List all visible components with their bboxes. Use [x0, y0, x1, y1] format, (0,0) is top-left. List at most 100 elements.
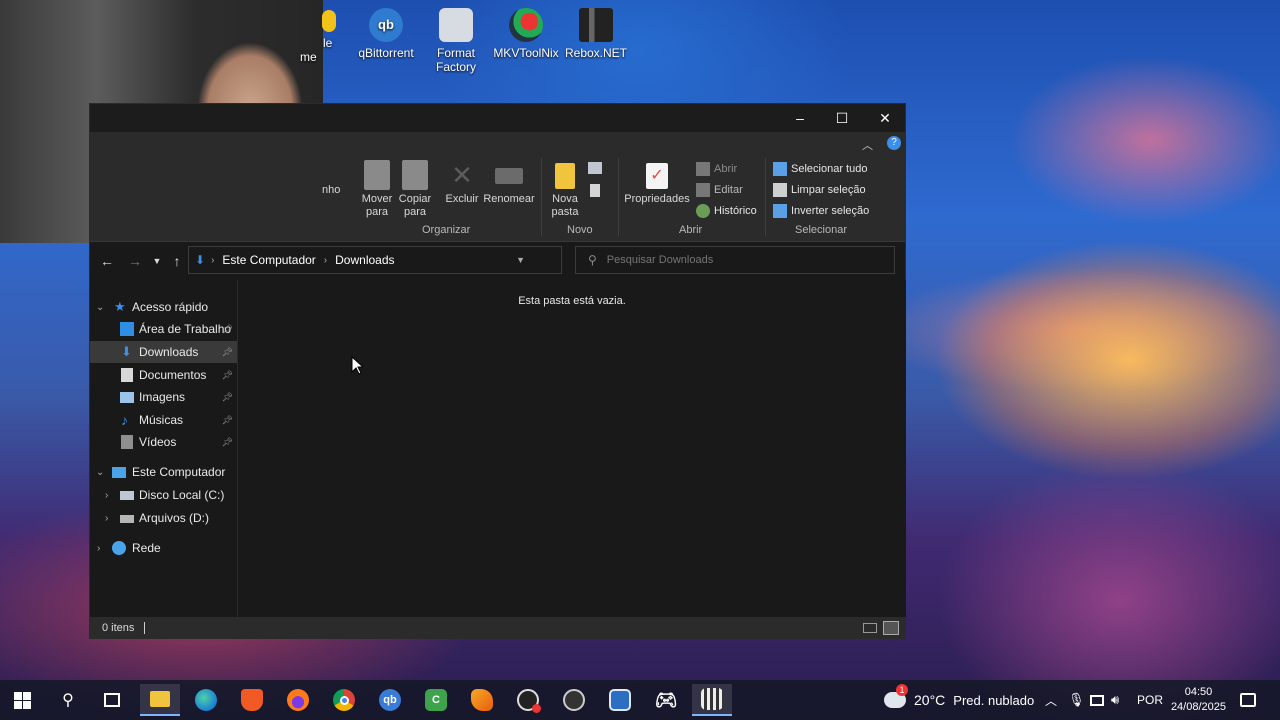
ribbon-separator [765, 158, 766, 236]
clear-selection-button[interactable]: Limpar seleção [773, 183, 866, 197]
fl-studio-icon [471, 689, 493, 711]
copy-to-button[interactable]: Copiar para [396, 160, 434, 219]
weather-widget[interactable]: 1 20°C Pred. nublado [884, 680, 1034, 720]
properties-label: Propriedades [624, 193, 690, 205]
microphone-button[interactable]: 🎙︎ [1068, 680, 1085, 720]
edit-button[interactable]: Editar [696, 183, 743, 197]
weather-description: Pred. nublado [953, 692, 1035, 708]
recent-locations-button[interactable]: ▼ [146, 250, 168, 272]
breadcrumb-este-computador[interactable]: Este Computador [222, 253, 315, 267]
help-icon[interactable]: ? [887, 136, 901, 150]
open-button[interactable]: Abrir [696, 162, 737, 176]
sidebar-item-music[interactable]: ♪ Músicas 📌︎ [90, 409, 237, 431]
new-item-icon[interactable] [588, 162, 602, 174]
select-all-button[interactable]: Selecionar tudo [773, 162, 867, 176]
file-list[interactable]: Esta pasta está vazia. [238, 280, 906, 617]
sidebar-item-this-pc[interactable]: ⌄ Este Computador [90, 461, 237, 483]
file-explorer-window: – ☐ ✕ ︿ ? nho Mover para Copiar para ✕ E… [89, 103, 906, 639]
format-factory-icon [439, 8, 473, 42]
chevron-down-icon[interactable]: ⌄ [96, 467, 104, 478]
show-hidden-icons-button[interactable]: ︿ [1045, 680, 1057, 720]
sidebar-item-images[interactable]: Imagens 📌︎ [90, 386, 237, 408]
taskbar-file-explorer[interactable] [140, 684, 180, 716]
details-view-icon[interactable] [863, 623, 877, 633]
taskbar-qbittorrent[interactable]: qb [370, 684, 410, 716]
taskbar-chrome[interactable] [324, 684, 364, 716]
group-label-selecionar: Selecionar [795, 224, 847, 236]
chevron-right-icon[interactable]: › [105, 490, 108, 501]
properties-button[interactable]: ✓ Propriedades [624, 160, 690, 206]
delete-button[interactable]: ✕ Excluir [442, 160, 482, 206]
notifications-button[interactable] [1240, 680, 1256, 720]
sidebar-item-drive-d[interactable]: › Arquivos (D:) [90, 507, 237, 529]
title-bar[interactable]: – ☐ ✕ [90, 104, 905, 132]
close-button[interactable]: ✕ [863, 104, 907, 132]
speaker-icon: 🔊︎ [1111, 692, 1120, 707]
chevron-right-icon[interactable]: › [97, 543, 100, 554]
move-to-button[interactable]: Mover para [358, 160, 396, 219]
search-input[interactable] [606, 254, 877, 266]
search-box[interactable]: ⚲ [575, 246, 895, 274]
desktop-icon-format-factory[interactable]: Format Factory [418, 8, 494, 74]
taskbar-obs[interactable] [508, 684, 548, 716]
minimize-button[interactable]: – [778, 104, 822, 132]
taskbar-fl-studio[interactable] [462, 684, 502, 716]
rename-label: Renomear [483, 193, 535, 205]
sidebar-item-documents[interactable]: Documentos 📌︎ [90, 364, 237, 386]
windows-icon [13, 691, 31, 709]
gamepad-icon: 🎮︎ [654, 689, 678, 710]
sidebar-label: Documentos [139, 368, 207, 382]
maximize-button[interactable]: ☐ [820, 104, 864, 132]
desktop-icon-mkvtoolnix[interactable]: MKVToolNix [488, 8, 564, 60]
forward-button[interactable]: → [124, 250, 146, 272]
search-taskbar-button[interactable]: ⚲ [48, 684, 88, 716]
chevron-right-icon[interactable]: › [105, 513, 108, 524]
up-button[interactable]: ↑ [166, 250, 188, 272]
taskbar-camtasia[interactable]: C [416, 684, 456, 716]
sidebar-item-desktop[interactable]: Área de Trabalho 📌︎ [90, 318, 237, 340]
taskbar-settings-app[interactable] [600, 684, 640, 716]
easy-access-icon[interactable] [590, 184, 600, 197]
sidebar-item-videos[interactable]: Vídeos 📌︎ [90, 431, 237, 453]
clear-selection-label: Limpar seleção [791, 184, 866, 196]
new-folder-button[interactable]: Nova pasta [546, 160, 584, 219]
address-history-chevron-icon[interactable]: ▼ [516, 255, 525, 265]
sidebar-item-quick-access[interactable]: ⌄ ★ Acesso rápido [90, 296, 237, 318]
back-button[interactable]: ← [96, 250, 118, 272]
language-indicator[interactable]: POR [1137, 680, 1163, 720]
taskbar-brave[interactable] [232, 684, 272, 716]
clock-time: 04:50 [1184, 686, 1213, 698]
sidebar-item-network[interactable]: › Rede [90, 537, 237, 559]
invert-selection-button[interactable]: Inverter seleção [773, 204, 869, 218]
desktop-icon-partial[interactable]: le me [300, 10, 344, 64]
rebox-icon [579, 8, 613, 42]
collapse-ribbon-icon[interactable]: ︿ [862, 137, 873, 153]
taskbar-edge[interactable] [186, 684, 226, 716]
start-button[interactable] [2, 684, 42, 716]
taskbar-gamepad[interactable]: 🎮︎ [646, 684, 686, 716]
downloads-arrow-icon: ⬇ [195, 253, 206, 267]
navigation-pane: ⌄ ★ Acesso rápido Área de Trabalho 📌︎ ⬇ … [90, 280, 238, 617]
move-to-icon [364, 160, 390, 190]
sidebar-label: Arquivos (D:) [139, 511, 210, 525]
desktop-icon-qbittorrent[interactable]: qb qBittorrent [348, 8, 424, 60]
history-button[interactable]: Histórico [696, 204, 757, 218]
taskbar-app-circle[interactable] [554, 684, 594, 716]
task-view-button[interactable] [92, 684, 132, 716]
volume-button[interactable]: 🔊︎ [1111, 680, 1119, 720]
pin-icon: 📌︎ [221, 414, 233, 425]
taskbar-firefox[interactable] [278, 684, 318, 716]
clock[interactable]: 04:50 24/08/2025 [1171, 685, 1226, 715]
large-icons-view-icon[interactable] [883, 621, 899, 635]
rename-button[interactable]: Renomear [483, 160, 535, 206]
sidebar-item-downloads[interactable]: ⬇ Downloads 📌︎ [90, 341, 237, 363]
breadcrumb-downloads[interactable]: Downloads [335, 253, 394, 267]
desktop-icon-rebox[interactable]: Rebox.NET [558, 8, 634, 60]
address-bar[interactable]: ⬇ › Este Computador › Downloads ▼ ↻ [188, 246, 585, 274]
chevron-down-icon[interactable]: ⌄ [96, 302, 104, 313]
sidebar-item-drive-c[interactable]: › Disco Local (C:) [90, 484, 237, 506]
rename-icon [495, 168, 523, 184]
network-tray-button[interactable] [1090, 680, 1104, 720]
weather-temperature: 20°C [914, 692, 946, 708]
taskbar-clapper-app[interactable] [692, 684, 732, 716]
